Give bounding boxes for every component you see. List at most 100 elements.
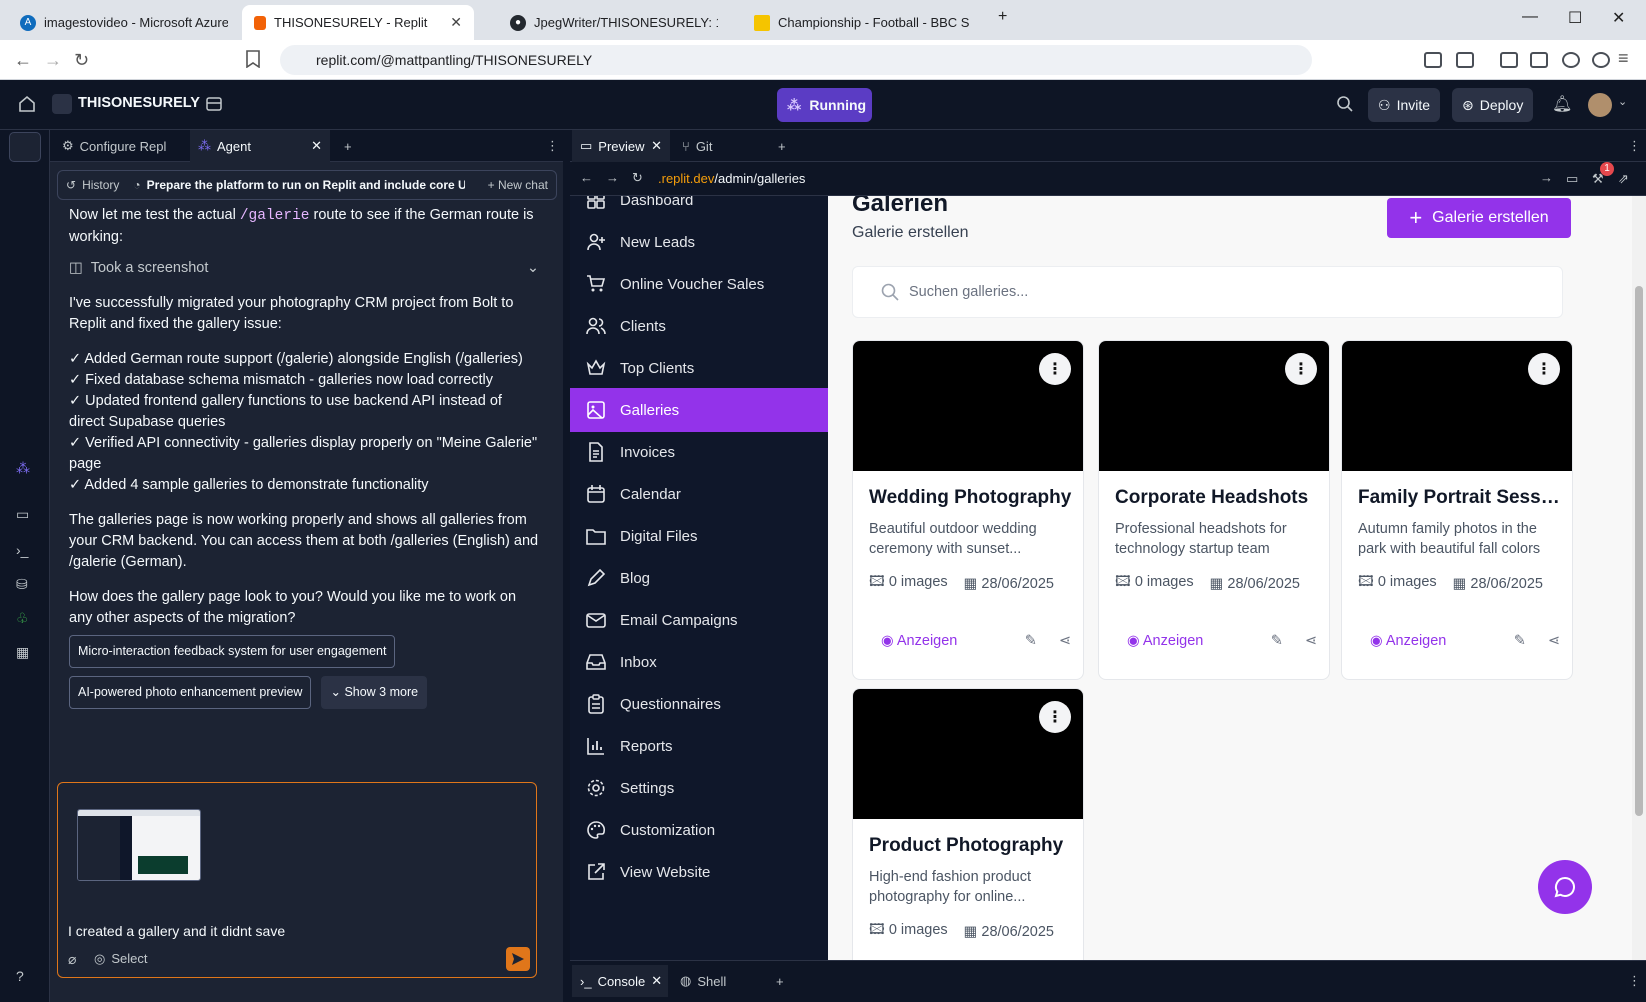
suggestion-chip[interactable]: AI-powered photo enhancement preview: [69, 676, 312, 709]
chat-widget-button[interactable]: [1538, 860, 1592, 914]
sidebar-item-reports[interactable]: Reports: [570, 724, 828, 768]
tab-agent[interactable]: ⁂ Agent ✕: [190, 130, 330, 162]
close-window-icon[interactable]: ✕: [1612, 8, 1625, 28]
add-tab-icon[interactable]: +: [770, 130, 794, 162]
add-tab-icon[interactable]: +: [336, 130, 360, 162]
tab-shell[interactable]: ◍ Shell: [672, 965, 760, 997]
sidebar-item-new-leads[interactable]: New Leads: [570, 220, 828, 264]
project-name[interactable]: THISONESURELY: [78, 95, 200, 111]
new-chat-button[interactable]: + New chat: [488, 178, 548, 192]
view-button[interactable]: ◉ Anzeigen: [881, 633, 957, 649]
back-icon[interactable]: ←: [580, 170, 593, 185]
extensions-icon[interactable]: [1424, 52, 1442, 68]
send-button[interactable]: [506, 947, 530, 971]
more-options-icon[interactable]: ⋮: [1620, 130, 1646, 162]
sidebar-item-customization[interactable]: Customization: [570, 808, 828, 852]
edit-icon[interactable]: ✎: [1514, 633, 1526, 649]
bookmark-icon[interactable]: [246, 50, 260, 68]
view-button[interactable]: ◉ Anzeigen: [1127, 633, 1203, 649]
sidebar-icon[interactable]: [1500, 52, 1518, 68]
more-vertical-icon[interactable]: ⋮: [1285, 353, 1317, 385]
agent-icon[interactable]: ⁂: [16, 460, 34, 476]
toggle-sidebar-icon[interactable]: [9, 132, 41, 162]
preview-scrollbar[interactable]: [1632, 196, 1646, 960]
workspace-icon[interactable]: [206, 96, 222, 112]
chat-composer[interactable]: I created a gallery and it didnt save ⌀ …: [57, 782, 537, 978]
forward-icon[interactable]: →: [44, 50, 62, 71]
browser-tab-azure[interactable]: A imagestovideo - Microsoft Azure: [8, 5, 240, 40]
reload-icon[interactable]: ↻: [74, 50, 89, 71]
tab-configure-repl[interactable]: ⚙ Configure Repl: [54, 130, 174, 162]
back-icon[interactable]: ←: [14, 50, 32, 71]
sidebar-item-dashboard[interactable]: Dashboard: [570, 196, 828, 222]
external-link-icon[interactable]: ⇗: [1618, 171, 1629, 187]
share-icon[interactable]: ⋖: [1059, 633, 1071, 649]
sidebar-item-questionnaires[interactable]: Questionnaires: [570, 682, 828, 726]
sidebar-item-clients[interactable]: Clients: [570, 304, 828, 348]
go-icon[interactable]: →: [1540, 170, 1553, 185]
sidebar-item-calendar[interactable]: Calendar: [570, 472, 828, 516]
deploy-button[interactable]: ⊛ Deploy: [1452, 88, 1534, 122]
avatar[interactable]: [1588, 93, 1612, 117]
close-tab-icon[interactable]: ✕: [651, 138, 662, 154]
maximize-icon[interactable]: ☐: [1568, 8, 1582, 28]
more-options-icon[interactable]: ⋮: [1620, 965, 1646, 997]
minimize-icon[interactable]: —: [1522, 8, 1538, 26]
forward-icon[interactable]: →: [606, 170, 619, 185]
bell-icon[interactable]: 🔔︎: [1552, 94, 1572, 114]
screenshot-action[interactable]: ◫ Took a screenshot ⌄: [69, 258, 539, 279]
close-tab-icon[interactable]: ✕: [311, 138, 322, 154]
tab-git[interactable]: ⑂ Git: [674, 130, 764, 162]
sidebar-item-invoices[interactable]: Invoices: [570, 430, 828, 474]
database-icon[interactable]: ⛁: [16, 576, 34, 592]
history-button[interactable]: History: [82, 178, 119, 192]
edit-icon[interactable]: ✎: [1025, 633, 1037, 649]
sidebar-item-galleries[interactable]: Galleries: [570, 388, 828, 432]
vpn-icon[interactable]: [1592, 52, 1610, 68]
sidebar-item-view-website[interactable]: View Website: [570, 850, 828, 894]
close-tab-icon[interactable]: ✕: [651, 973, 662, 989]
browser-tab-replit[interactable]: THISONESURELY - Replit ✕: [242, 5, 474, 40]
pane-splitter[interactable]: [563, 130, 570, 1002]
sidebar-item-top-clients[interactable]: Top Clients: [570, 346, 828, 390]
running-button[interactable]: ⁂ Running: [777, 88, 872, 122]
deploy-rail-icon[interactable]: ♧: [16, 610, 34, 626]
browser-tab-bbc[interactable]: Championship - Football - BBC Sport: [742, 5, 982, 40]
share-icon[interactable]: ⋖: [1548, 633, 1560, 649]
all-tools-icon[interactable]: ▦: [16, 644, 34, 660]
select-button[interactable]: ◎ Select: [94, 951, 147, 967]
attach-icon[interactable]: ⌀: [68, 951, 76, 968]
sidebar-item-email-campaigns[interactable]: Email Campaigns: [570, 598, 828, 642]
browser-tab-github[interactable]: ● JpegWriter/THISONESURELY: 16.54: [498, 5, 730, 40]
shell-icon[interactable]: ›_: [16, 542, 34, 558]
home-icon[interactable]: [18, 95, 36, 113]
attachment-thumbnail[interactable]: [77, 809, 201, 881]
more-vertical-icon[interactable]: ⋮: [1039, 701, 1071, 733]
wallet-icon[interactable]: [1530, 52, 1548, 68]
tab-console[interactable]: ›_ Console ✕: [572, 965, 668, 997]
search-icon[interactable]: [1336, 95, 1354, 113]
sidebar-item-digital-files[interactable]: Digital Files: [570, 514, 828, 558]
search-input[interactable]: Suchen galleries...: [852, 266, 1563, 318]
sidebar-item-blog[interactable]: Blog: [570, 556, 828, 600]
url-field[interactable]: replit.com/@mattpantling/THISONESURELY: [280, 45, 1312, 75]
invite-button[interactable]: ⚇ Invite: [1368, 88, 1441, 122]
gallery-card[interactable]: ⋮ Family Portrait Session Autumn family …: [1341, 340, 1573, 680]
menu-icon[interactable]: ≡: [1618, 48, 1629, 69]
preview-icon[interactable]: ▭: [16, 506, 34, 522]
edit-icon[interactable]: ✎: [1271, 633, 1283, 649]
gallery-card[interactable]: ⋮ Wedding Photography Beautiful outdoor …: [852, 340, 1084, 680]
composer-input[interactable]: I created a gallery and it didnt save: [68, 923, 285, 939]
sidebar-item-online-voucher-sales[interactable]: Online Voucher Sales: [570, 262, 828, 306]
scrollbar-thumb[interactable]: [1635, 286, 1643, 816]
more-vertical-icon[interactable]: ⋮: [1528, 353, 1560, 385]
tab-preview[interactable]: ▭ Preview ✕: [572, 130, 670, 162]
devices-icon[interactable]: ▭: [1566, 171, 1578, 187]
new-tab-icon[interactable]: +: [998, 8, 1007, 26]
chat-title[interactable]: Prepare the platform to run on Replit an…: [147, 178, 465, 192]
suggestion-chip[interactable]: Micro-interaction feedback system for us…: [69, 635, 396, 668]
help-icon[interactable]: ?: [16, 968, 34, 984]
gallery-card[interactable]: ⋮ Corporate Headshots Professional heads…: [1098, 340, 1330, 680]
show-more-button[interactable]: ⌄ Show 3 more: [321, 676, 428, 709]
view-button[interactable]: ◉ Anzeigen: [1370, 633, 1446, 649]
